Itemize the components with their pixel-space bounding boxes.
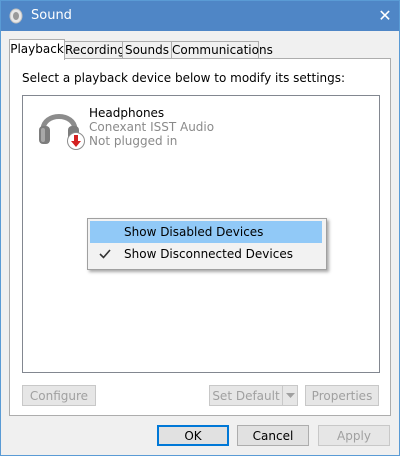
device-name: Headphones [89,106,165,120]
menu-item-label: Show Disabled Devices [124,225,264,239]
menu-item-label: Show Disconnected Devices [124,247,293,261]
device-item-headphones[interactable]: Headphones Conexant ISST Audio Not plugg… [23,96,379,156]
close-button[interactable]: ✕ [371,3,399,29]
context-menu: Show Disabled Devices Show Disconnected … [87,218,327,270]
chevron-down-icon [286,393,295,398]
instruction-text: Select a playback device below to modify… [22,71,346,85]
device-status: Not plugged in [89,134,178,148]
device-driver: Conexant ISST Audio [89,120,215,134]
tab-recording[interactable]: Recording [64,41,125,59]
checkmark-icon [99,249,111,259]
properties-button[interactable]: Properties [305,385,379,406]
tab-playback[interactable]: Playback [9,39,65,60]
tab-sounds[interactable]: Sounds [122,41,172,59]
sound-dialog: Sound ✕ Playback Recording Sounds Commun… [0,0,400,456]
set-default-dropdown[interactable] [282,385,298,406]
cancel-button[interactable]: Cancel [237,425,309,446]
configure-button[interactable]: Configure [22,385,96,406]
window-title: Sound [31,8,72,23]
tab-communications[interactable]: Communications [171,41,273,59]
apply-button[interactable]: Apply [318,425,390,446]
speaker-icon [9,8,23,24]
title-bar: Sound ✕ [1,1,399,31]
menu-item-show-disabled-devices[interactable]: Show Disabled Devices [90,221,322,243]
menu-item-show-disconnected-devices[interactable]: Show Disconnected Devices [90,243,322,265]
red-down-arrow-icon [67,132,85,150]
set-default-button[interactable]: Set Default [209,385,283,406]
ok-button[interactable]: OK [157,425,229,446]
